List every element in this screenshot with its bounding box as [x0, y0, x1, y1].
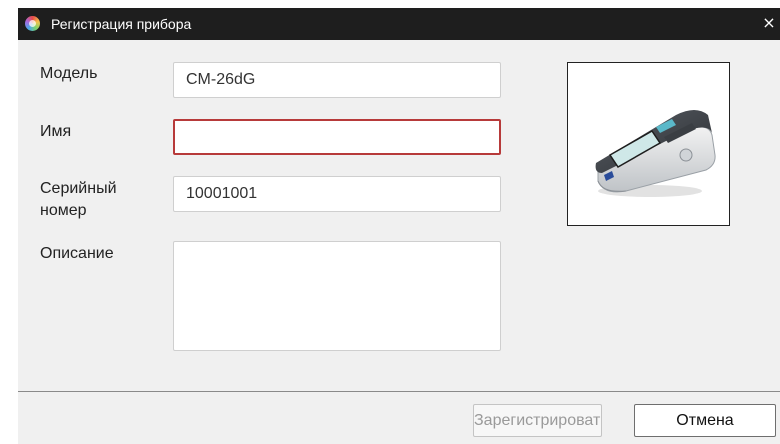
serial-number-field[interactable]	[173, 176, 501, 212]
cancel-button[interactable]: Отмена	[634, 404, 776, 437]
device-registration-dialog: Регистрация прибора × Модель Имя Серийны…	[18, 8, 780, 444]
serial-number-label: Серийный номер	[40, 178, 117, 222]
name-field[interactable]	[173, 119, 501, 155]
footer-divider	[18, 391, 780, 392]
serial-number-label-line2: номер	[40, 202, 87, 219]
color-wheel-icon	[25, 16, 40, 31]
window-title: Регистрация прибора	[51, 16, 192, 32]
title-bar: Регистрация прибора ×	[18, 8, 780, 40]
model-label: Модель	[40, 65, 98, 82]
device-image-frame	[567, 62, 730, 226]
register-button[interactable]: Зарегистрировать	[473, 404, 602, 437]
description-label: Описание	[40, 245, 114, 262]
description-field[interactable]	[173, 241, 501, 351]
name-label: Имя	[40, 123, 72, 140]
close-button[interactable]: ×	[758, 8, 780, 40]
spectrophotometer-device-image	[595, 110, 716, 197]
serial-number-label-line1: Серийный	[40, 180, 117, 197]
model-field[interactable]	[173, 62, 501, 98]
